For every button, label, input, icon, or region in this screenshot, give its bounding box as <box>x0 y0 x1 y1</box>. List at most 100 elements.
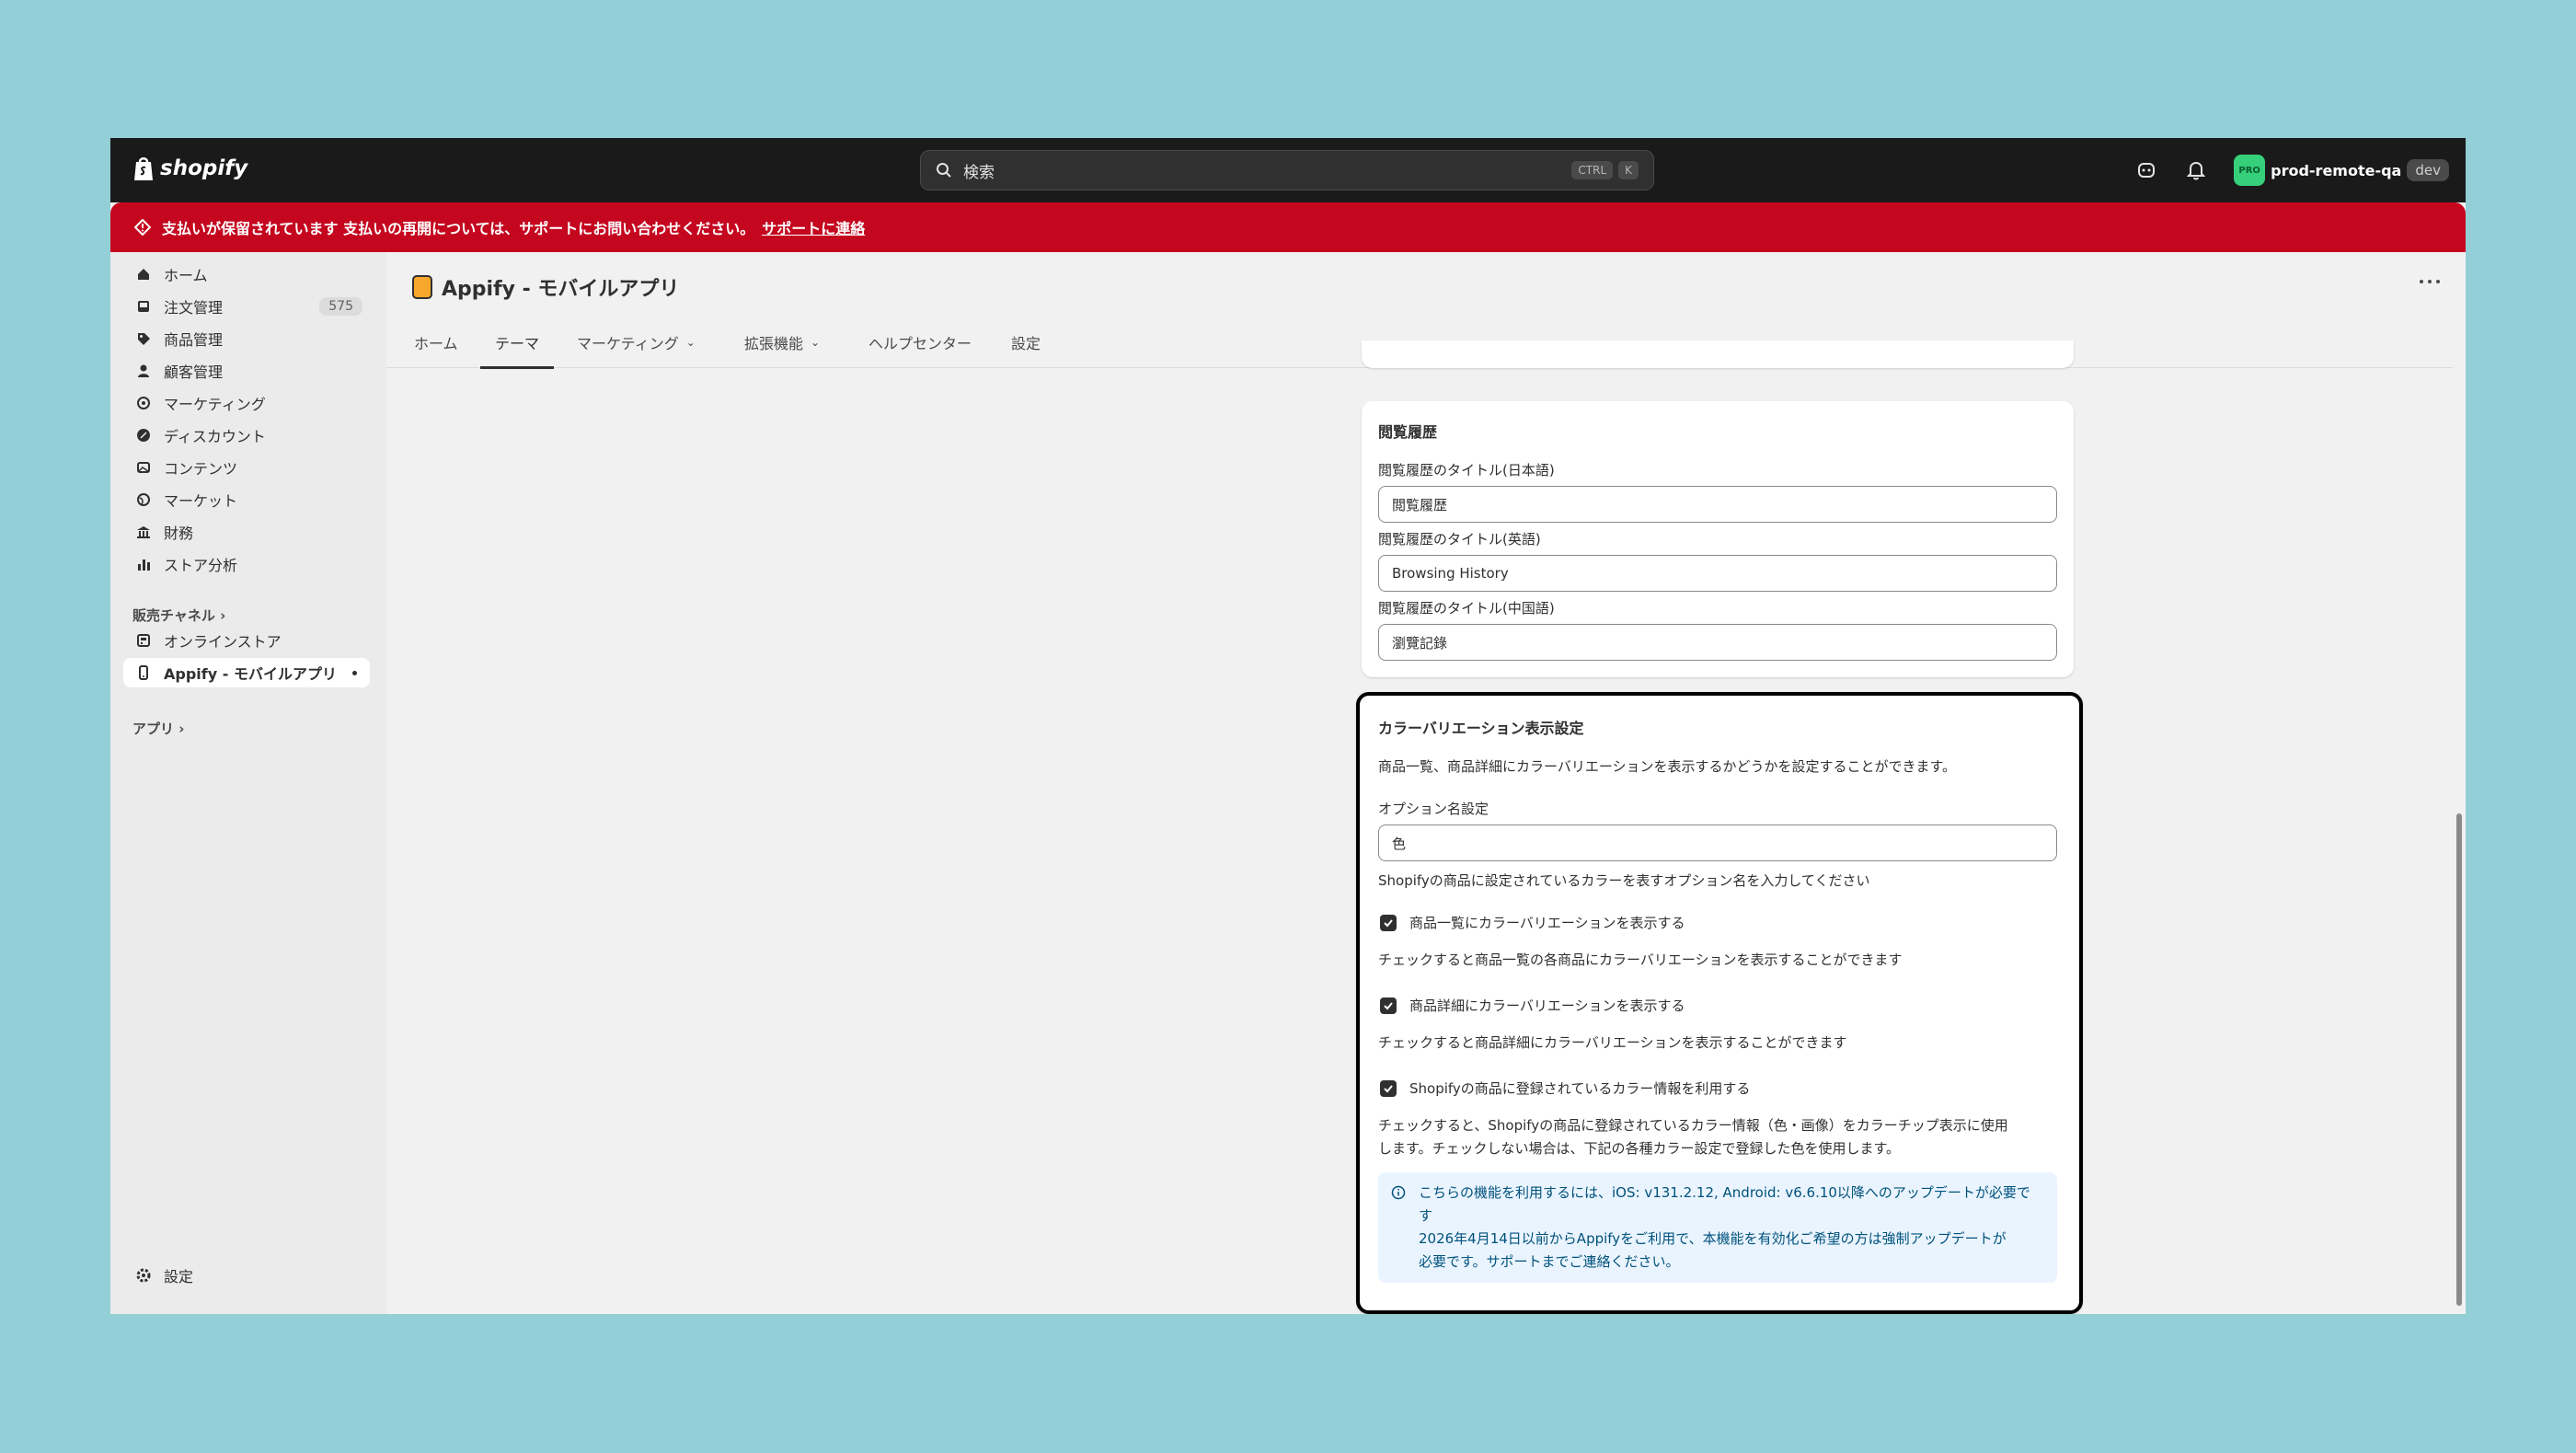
checkbox-checked-icon <box>1380 1079 1397 1097</box>
tab-theme[interactable]: テーマ <box>479 317 555 369</box>
checkbox-checked-icon <box>1380 997 1397 1014</box>
card-title: 閲覧履歴 <box>1378 423 1438 441</box>
sidebar-item-marketing[interactable]: マーケティング <box>123 388 370 418</box>
shortcut-key-ctrl: CTRL <box>1571 161 1614 179</box>
input-value: 閲覧履歴 <box>1392 496 1448 513</box>
tab-help-center[interactable]: ヘルプセンター <box>868 317 972 368</box>
sidebar-item-label: マーケティング <box>164 396 266 413</box>
info-line: す <box>1419 1207 1433 1224</box>
more-actions-icon[interactable] <box>2420 280 2440 283</box>
pin-dot <box>352 670 357 675</box>
sidebar-item-appify[interactable]: Appify - モバイルアプリ <box>123 658 370 687</box>
sidebar-item-content[interactable]: コンテンツ <box>123 453 370 482</box>
tab-label: マーケティング <box>577 335 679 352</box>
alert-diamond-icon <box>134 219 151 236</box>
option-name-label: オプション名設定 <box>1378 801 1489 817</box>
checkbox-help-line2: します。チェックしない場合は、下記の各種カラー設定で登録した色を使用します。 <box>1378 1140 1901 1157</box>
sidebar-item-settings[interactable]: 設定 <box>123 1261 370 1290</box>
shopify-bag-icon <box>134 157 153 180</box>
search-bar[interactable]: 検索 CTRL K <box>920 150 1654 190</box>
sidebar-item-label: コンテンツ <box>164 460 238 478</box>
sidebar-item-label: ストア分析 <box>164 557 238 574</box>
sidebar-item-label: オンラインストア <box>164 633 282 651</box>
option-name-input[interactable]: 色 <box>1378 825 2057 861</box>
checkbox-label: 商品詳細にカラーバリエーションを表示する <box>1409 997 1685 1014</box>
chevron-right-icon: › <box>178 721 185 737</box>
bank-icon <box>134 523 153 541</box>
contact-support-link[interactable]: サポートに連絡 <box>762 216 865 238</box>
input-value: Browsing History <box>1392 565 1509 582</box>
sales-channels-label: 販売チャネル <box>132 607 215 624</box>
apps-heading[interactable]: アプリ › <box>132 719 184 738</box>
shopify-logo[interactable]: shopify <box>132 155 247 182</box>
page-title-text: Appify - モバイルアプリ <box>442 278 680 301</box>
sidekick-icon[interactable] <box>2127 151 2166 190</box>
sidebar-item-finance[interactable]: 財務 <box>123 517 370 547</box>
tab-label: 拡張機能 <box>744 335 804 352</box>
sidebar-item-customers[interactable]: 顧客管理 <box>123 356 370 386</box>
sidebar-item-label: Appify - モバイルアプリ <box>164 665 337 683</box>
sidebar-item-markets[interactable]: マーケット <box>123 485 370 514</box>
store-avatar[interactable]: PRO <box>2234 155 2266 186</box>
card-description: 商品一覧、商品詳細にカラーバリエーションを表示するかどうかを設定することができま… <box>1378 758 1957 775</box>
chevron-down-icon: ⌄ <box>685 336 696 349</box>
tab-label: ヘルプセンター <box>868 335 972 352</box>
mobile-icon <box>134 663 153 682</box>
orders-count-badge: 575 <box>319 297 362 316</box>
main-content: Appify - モバイルアプリ ホーム テーマ マーケティング ⌄ 拡張機能 ⌄ … <box>386 252 2466 1314</box>
sidebar-item-label: ディスカウント <box>164 428 266 445</box>
brand-name: shopify <box>160 156 248 180</box>
sidebar-item-online-store[interactable]: オンラインストア <box>123 626 370 655</box>
field-label-ja: 閲覧履歴のタイトル(日本語) <box>1378 462 1555 479</box>
shortcut-key-k: K <box>1618 161 1639 179</box>
checkbox-checked-icon <box>1380 914 1397 931</box>
person-icon <box>134 362 153 380</box>
input-value: 瀏覽記錄 <box>1392 634 1448 652</box>
image-icon <box>134 458 153 477</box>
field-label-zh: 閲覧履歴のタイトル(中国語) <box>1378 600 1555 617</box>
checkbox-label: 商品一覧にカラーバリエーションを表示する <box>1409 915 1685 931</box>
admin-window: shopify 検索 CTRL K PRO prod-remote-qa dev… <box>110 138 2466 1314</box>
sidebar-item-products[interactable]: 商品管理 <box>123 324 370 353</box>
tab-settings[interactable]: 設定 <box>1011 317 1041 368</box>
title-zh-input[interactable]: 瀏覽記錄 <box>1378 624 2057 661</box>
sidebar-item-orders[interactable]: 注文管理 575 <box>123 292 370 321</box>
home-icon <box>134 265 153 283</box>
show-in-list-checkbox[interactable]: 商品一覧にカラーバリエーションを表示する <box>1380 913 1685 932</box>
tab-extensions[interactable]: 拡張機能 ⌄ <box>744 317 820 368</box>
apps-label: アプリ <box>132 721 175 737</box>
sales-channels-heading[interactable]: 販売チャネル › <box>132 605 225 625</box>
tab-marketing[interactable]: マーケティング ⌄ <box>577 317 696 368</box>
field-label-en: 閲覧履歴のタイトル(英語) <box>1378 531 1541 548</box>
info-line: 必要です。サポートまでご連絡ください。 <box>1419 1253 1680 1270</box>
scrollbar[interactable] <box>2453 317 2466 1314</box>
top-bar: shopify 検索 CTRL K PRO prod-remote-qa dev <box>110 138 2466 202</box>
chevron-down-icon: ⌄ <box>811 336 821 349</box>
search-icon <box>937 163 951 178</box>
tab-label: ホーム <box>414 335 458 352</box>
store-name[interactable]: prod-remote-qa <box>2271 162 2401 179</box>
checkbox-label: Shopifyの商品に登録されているカラー情報を利用する <box>1409 1080 1751 1097</box>
sidebar-item-label: ホーム <box>164 267 208 284</box>
sidebar: ホーム 注文管理 575 商品管理 顧客管理 マーケティング ディスカウント コ… <box>110 252 386 1314</box>
globe-icon <box>134 490 153 509</box>
payment-alert-banner: 支払いが保留されています 支払いの再開については、サポートにお問い合わせください… <box>110 202 2466 252</box>
use-shopify-color-checkbox[interactable]: Shopifyの商品に登録されているカラー情報を利用する <box>1380 1078 1750 1098</box>
env-badge: dev <box>2407 159 2449 181</box>
title-ja-input[interactable]: 閲覧履歴 <box>1378 486 2057 523</box>
input-value: 色 <box>1392 835 1407 852</box>
sidebar-item-home[interactable]: ホーム <box>123 259 370 289</box>
scrollbar-thumb[interactable] <box>2456 813 2462 1306</box>
title-en-input[interactable]: Browsing History <box>1378 555 2057 592</box>
checkbox-help: チェックすると商品一覧の各商品にカラーバリエーションを表示することができます <box>1378 951 1903 968</box>
previous-card-bottom <box>1362 340 2074 368</box>
sidebar-item-label: 設定 <box>164 1268 194 1286</box>
target-icon <box>134 394 153 412</box>
store-icon <box>134 631 153 650</box>
show-in-detail-checkbox[interactable]: 商品詳細にカラーバリエーションを表示する <box>1380 996 1685 1015</box>
color-variation-card: カラーバリエーション表示設定 商品一覧、商品詳細にカラーバリエーションを表示する… <box>1356 692 2083 1314</box>
sidebar-item-discounts[interactable]: ディスカウント <box>123 421 370 450</box>
bell-icon[interactable] <box>2177 151 2215 190</box>
tab-home[interactable]: ホーム <box>414 317 458 368</box>
sidebar-item-analytics[interactable]: ストア分析 <box>123 549 370 579</box>
